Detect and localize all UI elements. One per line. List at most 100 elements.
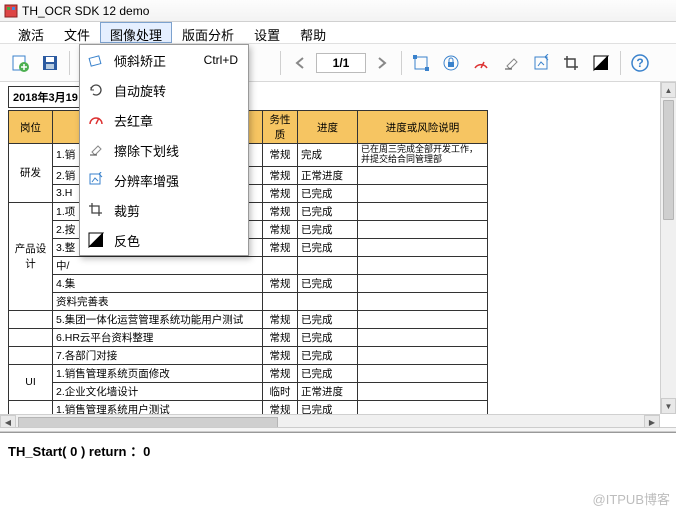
cell-type: 临时 — [263, 382, 298, 400]
cell-type: 常规 — [263, 346, 298, 364]
cell-risk — [358, 364, 488, 382]
cell-risk — [358, 328, 488, 346]
cell-prog: 已完成 — [298, 274, 358, 292]
rotate-icon — [86, 80, 106, 100]
cell-task: 资料完善表 — [53, 292, 263, 310]
cell-type: 常规 — [263, 364, 298, 382]
cell-prog: 已完成 — [298, 310, 358, 328]
dd-label: 自动旋转 — [114, 81, 166, 100]
cell-dept: UI — [9, 364, 53, 400]
nav-prev-icon[interactable] — [286, 49, 314, 77]
cell-dept — [9, 310, 53, 328]
cell-risk — [358, 346, 488, 364]
console-line: TH_Start( 0 ) return ：0 — [8, 444, 150, 459]
dd-label: 擦除下划线 — [114, 141, 179, 160]
cell-dept — [9, 328, 53, 346]
separator — [620, 51, 621, 75]
cell-prog: 已完成 — [298, 328, 358, 346]
cell-risk — [358, 184, 488, 202]
add-icon[interactable] — [6, 49, 34, 77]
help-icon[interactable]: ? — [626, 49, 654, 77]
titlebar: TH_OCR SDK 12 demo — [0, 0, 676, 22]
cell-dept: 研发 — [9, 144, 53, 203]
cell-type: 常规 — [263, 184, 298, 202]
svg-text:?: ? — [636, 56, 643, 70]
page-indicator[interactable]: 1/1 — [316, 53, 366, 73]
dropdown-item-rotate[interactable]: 自动旋转 — [80, 75, 248, 105]
dropdown-item-skew[interactable]: 倾斜矫正 Ctrl+D — [80, 45, 248, 75]
cell-task: 中/ — [53, 256, 263, 274]
separator — [280, 51, 281, 75]
table-row: 中/ — [9, 256, 488, 274]
cell-prog: 已完成 — [298, 220, 358, 238]
table-row: 4.集常规已完成 — [9, 274, 488, 292]
cell-type: 常规 — [263, 328, 298, 346]
dd-label: 倾斜矫正 — [114, 51, 166, 70]
dropdown-item-erase[interactable]: 擦除下划线 — [80, 135, 248, 165]
cell-prog: 已完成 — [298, 184, 358, 202]
cell-task: 2.企业文化墙设计 — [53, 382, 263, 400]
enhance-icon — [86, 170, 106, 190]
zone-icon[interactable] — [407, 49, 435, 77]
dropdown-item-redstamp[interactable]: 去红章 — [80, 105, 248, 135]
menu-settings[interactable]: 设置 — [244, 22, 290, 43]
dropdown-item-enhance[interactable]: 分辨率增强 — [80, 165, 248, 195]
image-process-dropdown: 倾斜矫正 Ctrl+D 自动旋转 去红章 擦除下划线 分辨率增强 裁剪 反色 — [79, 44, 249, 256]
cell-risk — [358, 274, 488, 292]
menu-file[interactable]: 文件 — [54, 22, 100, 43]
cell-type: 常规 — [263, 220, 298, 238]
scroll-up-icon[interactable]: ▲ — [661, 82, 676, 98]
cell-prog: 已完成 — [298, 364, 358, 382]
menu-layout[interactable]: 版面分析 — [172, 22, 244, 43]
table-row: 6.HR云平台资料整理常规已完成 — [9, 328, 488, 346]
cell-task: 5.集团一体化运营管理系统功能用户测试 — [53, 310, 263, 328]
cell-type — [263, 256, 298, 274]
save-icon[interactable] — [36, 49, 64, 77]
window-title: TH_OCR SDK 12 demo — [22, 4, 149, 18]
vertical-scrollbar[interactable]: ▲ ▼ — [660, 82, 676, 414]
cell-prog — [298, 292, 358, 310]
enhance-tool-icon[interactable] — [527, 49, 555, 77]
menu-activate[interactable]: 激活 — [8, 22, 54, 43]
cell-task: 4.集 — [53, 274, 263, 292]
speed-icon[interactable] — [467, 49, 495, 77]
menu-help[interactable]: 帮助 — [290, 22, 336, 43]
cell-type: 常规 — [263, 238, 298, 256]
scroll-down-icon[interactable]: ▼ — [661, 398, 676, 414]
cell-risk — [358, 256, 488, 274]
scroll-thumb-v[interactable] — [663, 100, 674, 220]
dropdown-item-crop[interactable]: 裁剪 — [80, 195, 248, 225]
erase-tool-icon[interactable] — [497, 49, 525, 77]
menubar: 激活 文件 图像处理 版面分析 设置 帮助 — [0, 22, 676, 44]
cell-task: 6.HR云平台资料整理 — [53, 328, 263, 346]
cell-type: 常规 — [263, 166, 298, 184]
dd-label: 裁剪 — [114, 201, 140, 220]
cell-type: 常规 — [263, 202, 298, 220]
invert-tool-icon[interactable] — [587, 49, 615, 77]
dropdown-item-invert[interactable]: 反色 — [80, 225, 248, 255]
cell-task: 1.销售管理系统页面修改 — [53, 364, 263, 382]
col-risk: 进度或风险说明 — [358, 111, 488, 144]
cell-type: 常规 — [263, 274, 298, 292]
menu-image-process[interactable]: 图像处理 — [100, 22, 172, 43]
cell-type — [263, 292, 298, 310]
separator — [401, 51, 402, 75]
crop-tool-icon[interactable] — [557, 49, 585, 77]
nav-next-icon[interactable] — [368, 49, 396, 77]
col-dept: 岗位 — [9, 111, 53, 144]
erase-icon — [86, 140, 106, 160]
col-type: 务性质 — [263, 111, 298, 144]
separator — [69, 51, 70, 75]
cell-risk — [358, 202, 488, 220]
cell-prog: 完成 — [298, 144, 358, 167]
cell-prog — [298, 256, 358, 274]
table-row: 2.企业文化墙设计临时正常进度 — [9, 382, 488, 400]
cell-risk — [358, 292, 488, 310]
dd-label: 去红章 — [114, 111, 153, 130]
cell-risk — [358, 310, 488, 328]
cell-dept — [9, 346, 53, 364]
cell-prog: 正常进度 — [298, 166, 358, 184]
lock-icon[interactable] — [437, 49, 465, 77]
crop-icon — [86, 200, 106, 220]
skew-icon — [86, 50, 106, 70]
